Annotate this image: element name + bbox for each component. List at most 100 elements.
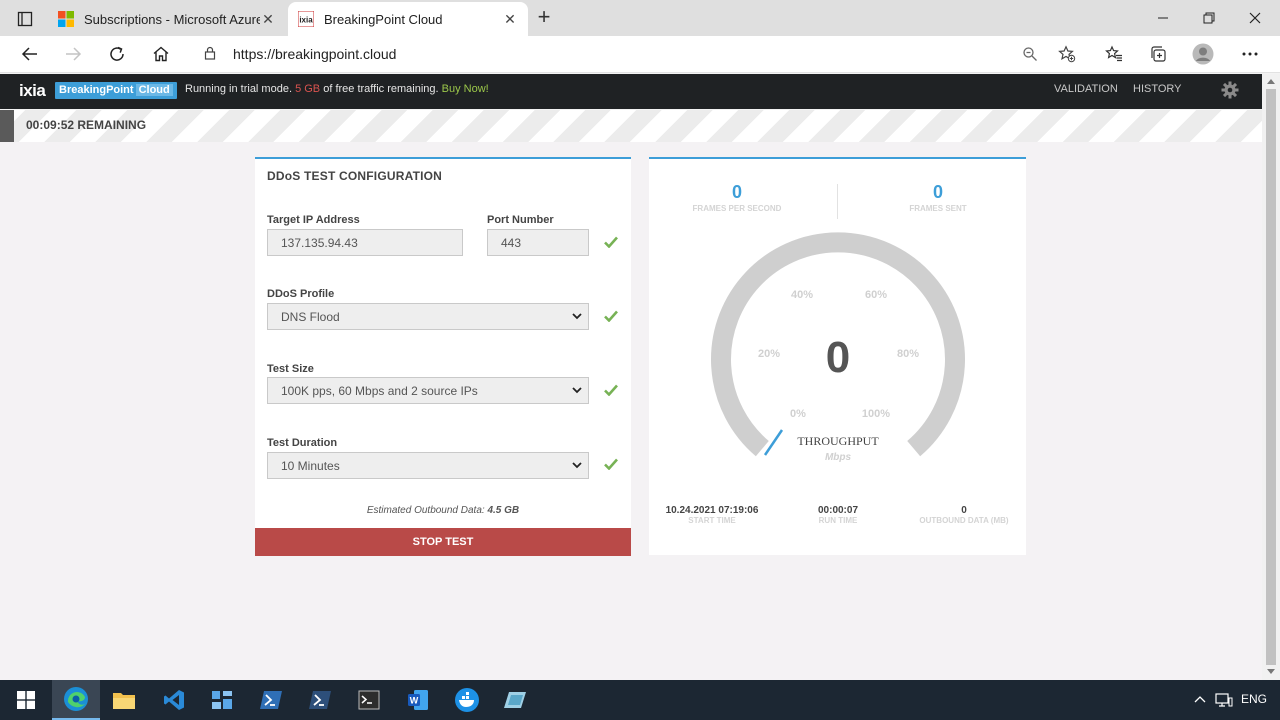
ixia-logo[interactable]: ixia xyxy=(19,81,46,101)
docker-icon[interactable] xyxy=(443,680,491,720)
url-field[interactable]: https://breakingpoint.cloud xyxy=(192,40,1084,68)
forward-icon[interactable] xyxy=(59,42,87,66)
address-bar: https://breakingpoint.cloud xyxy=(0,36,1280,73)
start-icon[interactable] xyxy=(2,680,50,720)
restore-icon[interactable] xyxy=(1186,0,1232,36)
stop-test-button[interactable]: STOP TEST xyxy=(255,528,631,556)
time-remaining: 00:09:52 REMAINING xyxy=(26,118,147,132)
microsoft-logo-icon xyxy=(58,11,74,27)
config-title: DDoS TEST CONFIGURATION xyxy=(267,169,443,183)
start-time: 10.24.2021 07:19:06 START TIME xyxy=(657,505,767,525)
tab-breakingpoint[interactable]: ixia BreakingPoint Cloud ✕ xyxy=(288,2,528,36)
collections-icon[interactable] xyxy=(1144,42,1172,66)
powershell-icon[interactable] xyxy=(247,680,295,720)
chevron-down-icon xyxy=(572,462,582,469)
page-content xyxy=(0,142,1262,680)
port-label: Port Number xyxy=(487,214,554,226)
favorites-icon[interactable] xyxy=(1100,42,1128,66)
estimate-label: Estimated Outbound Data: xyxy=(366,505,485,516)
product-suffix: Cloud xyxy=(135,84,173,96)
word-icon[interactable]: W xyxy=(394,680,442,720)
gauge-tick-20: 20% xyxy=(758,348,780,360)
ixia-logo-icon: ixia xyxy=(297,10,315,28)
port-input[interactable]: 443 xyxy=(487,229,589,256)
tab-title: Subscriptions - Microsoft Azure xyxy=(84,11,260,27)
terminal-icon[interactable] xyxy=(345,680,393,720)
page-scrollbar[interactable] xyxy=(1262,74,1280,680)
trial-mid: of free traffic remaining. xyxy=(323,83,439,95)
close-icon[interactable] xyxy=(1232,0,1278,36)
new-tab-button[interactable]: + xyxy=(533,6,555,29)
time-remaining-bar: 00:09:52 REMAINING xyxy=(0,110,1262,142)
lock-icon[interactable] xyxy=(204,46,216,65)
app-alt-icon[interactable] xyxy=(491,680,539,720)
powershell-alt-icon[interactable] xyxy=(296,680,344,720)
edge-icon[interactable] xyxy=(52,680,100,720)
windows-taskbar: W ENG xyxy=(0,680,1280,720)
gauge-tick-60: 60% xyxy=(865,289,887,301)
start-time-value: 10.24.2021 07:19:06 xyxy=(665,505,759,516)
target-ip-input[interactable]: 137.135.94.43 xyxy=(267,229,463,256)
tray-chevron-up-icon[interactable] xyxy=(1194,695,1206,703)
nav-validation[interactable]: VALIDATION xyxy=(1054,83,1118,95)
gauge-tick-40: 40% xyxy=(791,289,813,301)
run-time-value: 00:00:07 xyxy=(817,505,859,516)
tab-actions-icon[interactable] xyxy=(10,8,40,30)
chevron-down-icon xyxy=(572,387,582,394)
more-menu-icon[interactable] xyxy=(1236,42,1264,66)
throughput-card: 0 FRAMES PER SECOND 0 FRAMES SENT 0% 20%… xyxy=(649,157,1026,555)
ddos-config-card: DDoS TEST CONFIGURATION Target IP Addres… xyxy=(255,157,631,556)
product-badge: BreakingPoint Cloud xyxy=(55,82,177,99)
scroll-up-icon[interactable] xyxy=(1267,78,1275,84)
profile-avatar-icon[interactable] xyxy=(1189,42,1217,66)
outbound-label: OUTBOUND DATA (MB) xyxy=(919,516,1009,525)
nav-history[interactable]: HISTORY xyxy=(1133,83,1182,95)
gauge-title: THROUGHPUT xyxy=(797,434,879,448)
tab-close-icon[interactable]: ✕ xyxy=(502,11,518,28)
zoom-icon[interactable] xyxy=(1016,42,1044,66)
scroll-down-icon[interactable] xyxy=(1267,669,1275,675)
refresh-icon[interactable] xyxy=(103,42,131,66)
trial-prefix: Running in trial mode. xyxy=(185,83,293,95)
ddos-profile-value: DNS Flood xyxy=(281,310,340,324)
ddos-profile-label: DDoS Profile xyxy=(267,288,335,300)
progress-marker xyxy=(0,110,14,142)
throughput-gauge: 0% 20% 40% 60% 80% 100% 0 THROUGHPUT Mbp… xyxy=(711,232,965,463)
test-size-select[interactable]: 100K pps, 60 Mbps and 2 source IPs xyxy=(267,377,589,404)
test-duration-select[interactable]: 10 Minutes xyxy=(267,452,589,479)
tab-azure[interactable]: Subscriptions - Microsoft Azure ✕ xyxy=(48,2,286,36)
minimize-icon[interactable] xyxy=(1140,0,1186,36)
file-explorer-icon[interactable] xyxy=(100,680,148,720)
browser-tab-strip: Subscriptions - Microsoft Azure ✕ ixia B… xyxy=(0,0,1280,36)
gear-icon[interactable] xyxy=(1221,81,1239,99)
gauge-value: 0 xyxy=(826,333,850,382)
target-ip-label: Target IP Address xyxy=(267,214,360,226)
start-time-label: START TIME xyxy=(688,516,736,525)
estimate-value: 4.5 GB xyxy=(487,505,520,516)
gauge-tick-100: 100% xyxy=(862,408,890,420)
url-text: https://breakingpoint.cloud xyxy=(233,46,397,62)
check-icon xyxy=(604,236,618,248)
buy-now-link[interactable]: Buy Now! xyxy=(442,83,489,95)
ddos-profile-select[interactable]: DNS Flood xyxy=(267,303,589,330)
test-duration-value: 10 Minutes xyxy=(281,459,340,473)
add-favorite-icon[interactable] xyxy=(1053,42,1081,66)
check-icon xyxy=(604,458,618,470)
run-time-label: RUN TIME xyxy=(818,516,858,525)
vscode-icon[interactable] xyxy=(150,680,198,720)
product-name: BreakingPoint xyxy=(59,84,134,96)
check-icon xyxy=(604,310,618,322)
outbound-data: 0 OUTBOUND DATA (MB) xyxy=(911,505,1017,525)
tab-close-icon[interactable]: ✕ xyxy=(260,11,276,28)
back-icon[interactable] xyxy=(16,42,44,66)
test-size-value: 100K pps, 60 Mbps and 2 source IPs xyxy=(281,384,478,398)
scrollbar-thumb[interactable] xyxy=(1266,89,1276,665)
tab-title: BreakingPoint Cloud xyxy=(324,11,443,27)
app-icon[interactable] xyxy=(198,680,246,720)
language-indicator[interactable]: ENG xyxy=(1241,692,1267,706)
home-icon[interactable] xyxy=(147,42,175,66)
gauge-needle xyxy=(763,429,784,456)
trial-notice: Running in trial mode. 5 GB of free traf… xyxy=(185,83,489,95)
network-icon[interactable] xyxy=(1215,692,1233,708)
chevron-down-icon xyxy=(572,313,582,320)
